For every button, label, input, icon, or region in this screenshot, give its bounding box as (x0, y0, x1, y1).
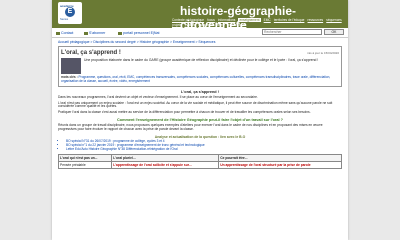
logo-bottom-text: Nantes (60, 18, 69, 21)
rss-icon (84, 31, 88, 35)
article: L'oral, ça s'apprend ! mis à jour le 15/… (57, 46, 342, 170)
logo-mark: É (65, 7, 75, 17)
table-cell: L'apprentissage de l'oral sollicite et s… (111, 161, 220, 170)
article-title: L'oral, ça s'apprend ! (61, 49, 121, 56)
paragraph: Dans les nouveaux programmes, l'oral dev… (58, 94, 258, 99)
table-header: L'oral pluriel... (111, 154, 220, 163)
nav-item[interactable]: séquences (326, 18, 341, 22)
user-icon (118, 31, 122, 35)
paragraph: Réunis dans un groupe de travail discipl… (58, 123, 323, 132)
nav-item[interactable]: Contexte pédagogique (172, 18, 204, 22)
article-thumbnail (61, 58, 81, 74)
contact-link[interactable]: Contact (56, 31, 73, 35)
page: académie É Nantes histoire-géographie-ci… (52, 0, 348, 240)
search-input[interactable] (262, 29, 322, 35)
mail-icon (56, 31, 60, 35)
nav-item[interactable]: territoires de l'éduque (274, 18, 305, 22)
table-header: Ce pourrait être... (218, 154, 342, 163)
portal-link[interactable]: portail personnel E|Nat (118, 31, 160, 35)
top-navigation: Contexte pédagogique focus informations … (172, 17, 344, 27)
site-header: académie É Nantes histoire-géographie-ci… (52, 0, 348, 32)
nav-item[interactable]: référent-lycée (227, 23, 247, 27)
table-header: L'oral qui n'est pas un... (57, 154, 113, 163)
keywords-links[interactable]: Programme, questions, oral, récit, EMC, … (61, 75, 330, 83)
search-button[interactable]: OK (324, 29, 344, 35)
table-cell: Pensée préalable (57, 161, 113, 170)
section-heading: Comment l'enseignement de l'Histoire Géo… (117, 118, 283, 123)
paragraph: L'oral n'est pas uniquement un enjeu sco… (58, 100, 333, 109)
table-cell: Un apprentissage de l'oral structuré par… (218, 161, 342, 170)
bo-link[interactable]: Lettre Edu'Actu Histoire Géographie N°38… (66, 147, 342, 152)
nav-item[interactable]: EMC (264, 18, 271, 22)
nav-item[interactable]: projets (172, 23, 182, 27)
paragraph: Pratiquer l'oral dans la classe c'est au… (58, 110, 311, 115)
article-intro: Une proposition élaborée dans le cadre d… (84, 58, 319, 62)
nav-item[interactable]: focus (207, 18, 215, 22)
article-date: mis à jour le 15/04/2020 (306, 50, 339, 55)
subscribe-link[interactable]: S'abonner (84, 31, 105, 35)
nav-item[interactable]: informations (218, 18, 235, 22)
nav-item-selected[interactable]: enseignement (238, 18, 261, 22)
table-row: Pensée préalable L'apprentissage de l'or… (57, 161, 342, 170)
article-box: L'oral, ça s'apprend ! mis à jour le 15/… (58, 46, 342, 87)
breadcrumb[interactable]: Accueil pédagogique > Disciplines du sec… (58, 40, 215, 44)
keywords: mots clés : Programme, questions, oral, … (61, 75, 339, 84)
bo-links: Analyse et actualisation de la question … (58, 135, 342, 151)
nav-item[interactable]: évaluer (185, 23, 195, 27)
comparison-table: L'oral qui n'est pas un... L'oral plurie… (57, 154, 342, 170)
nav-item[interactable]: ressources (308, 18, 324, 22)
academy-logo[interactable]: académie É Nantes (58, 2, 82, 24)
nav-item[interactable]: espace des fiches (198, 23, 224, 27)
section-heading: L'oral, ça s'apprend ! (181, 89, 219, 94)
